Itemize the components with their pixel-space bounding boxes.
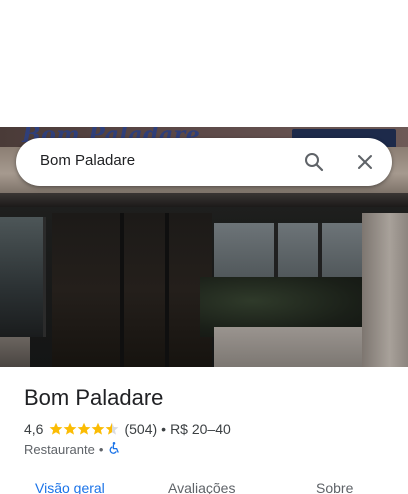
rating-row: 4,6 (504) • R$ 20–40 — [24, 420, 231, 438]
star-icon — [50, 422, 63, 435]
wheelchair-icon — [107, 441, 121, 458]
separator-dot: • — [98, 441, 104, 457]
tab-overview[interactable]: Visão geral — [35, 480, 105, 494]
tab-reviews[interactable]: Avaliações — [168, 480, 235, 494]
category-row: Restaurante • — [24, 441, 121, 457]
door-frame — [120, 213, 124, 367]
place-tabs: Visão geral Avaliações Sobre — [0, 476, 408, 494]
awning-shadow — [0, 193, 408, 207]
storefront-door — [52, 213, 212, 367]
place-category[interactable]: Restaurante — [24, 442, 95, 457]
star-icon — [78, 422, 91, 435]
search-icon[interactable] — [302, 150, 326, 174]
door-frame — [165, 213, 169, 367]
star-icon — [64, 422, 77, 435]
review-count[interactable]: (504) — [124, 421, 157, 437]
star-rating — [49, 422, 119, 436]
tab-about[interactable]: Sobre — [316, 480, 353, 494]
rating-value: 4,6 — [24, 421, 44, 437]
star-icon — [92, 422, 105, 435]
storefront-pillar — [362, 213, 408, 367]
price-range: R$ 20–40 — [170, 421, 231, 437]
search-input[interactable]: Bom Paladare — [40, 152, 135, 169]
storefront-planter-left — [0, 337, 30, 367]
close-icon[interactable] — [353, 150, 377, 174]
window-mullion — [318, 223, 322, 283]
star-icon — [106, 422, 119, 435]
place-title: Bom Paladare — [24, 385, 164, 410]
window-mullion — [274, 223, 278, 283]
search-box[interactable]: Bom Paladare — [16, 138, 392, 186]
separator-dot: • — [161, 421, 167, 437]
storefront-window-left — [0, 217, 46, 337]
storefront-window-right — [214, 223, 364, 283]
